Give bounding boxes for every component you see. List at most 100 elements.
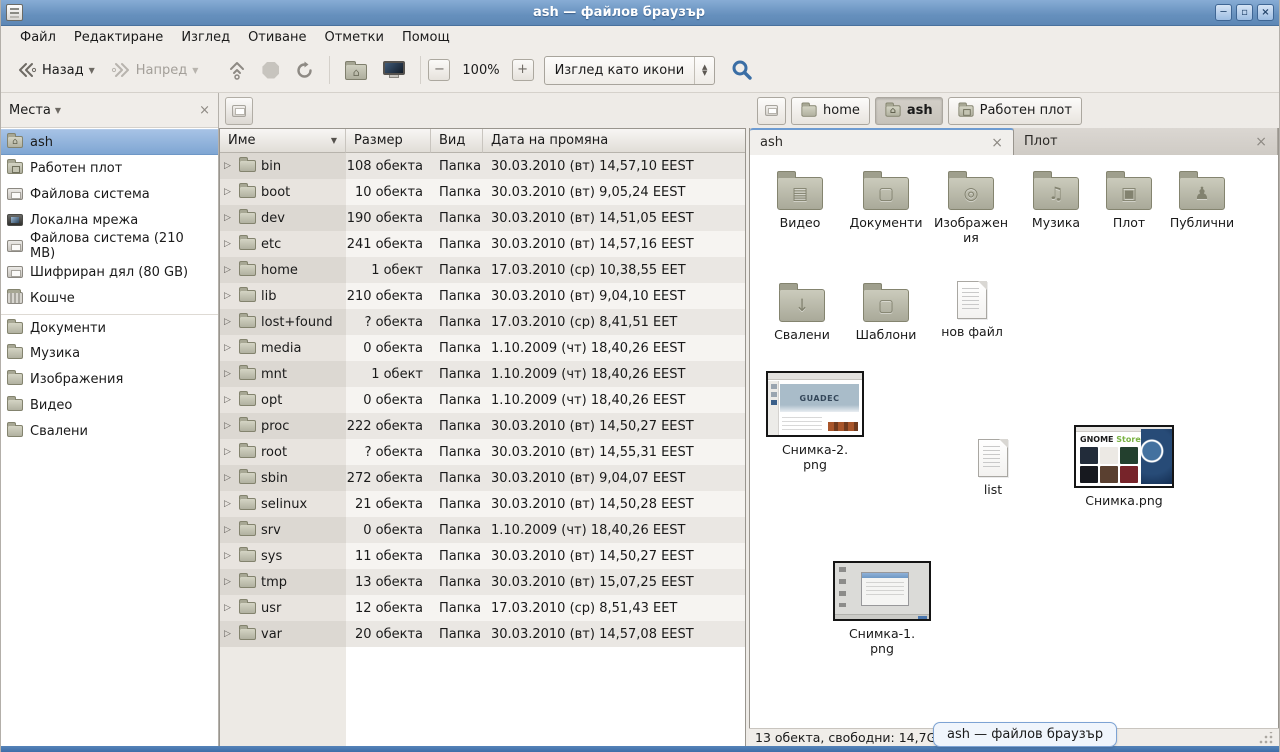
zoom-in-button[interactable]: +	[512, 59, 534, 81]
file-item[interactable]: ▢ Документи	[842, 169, 930, 230]
expander-icon[interactable]: ▷	[224, 239, 234, 249]
sidebar-item[interactable]: Кошче	[1, 285, 218, 311]
file-item[interactable]: GNOME Store Снимка.png	[1070, 425, 1178, 508]
column-header-kind[interactable]: Вид	[431, 129, 483, 153]
table-row[interactable]: ▷ proc 222 обекта Папка 30.03.2010 (вт) …	[220, 413, 745, 439]
sidebar-item[interactable]: Шифриран дял (80 GB)	[1, 259, 218, 285]
expander-icon[interactable]: ▷	[224, 473, 234, 483]
maximize-button[interactable]: ▫	[1236, 4, 1253, 21]
table-row[interactable]: ▷ tmp 13 обекта Папка 30.03.2010 (вт) 15…	[220, 569, 745, 595]
menu-item[interactable]: Файл	[11, 28, 65, 47]
reload-button[interactable]	[287, 55, 322, 86]
expander-icon[interactable]: ▷	[224, 187, 234, 197]
breadcrumb-button[interactable]: ash	[875, 97, 943, 125]
expander-icon[interactable]: ▷	[224, 603, 234, 613]
table-row[interactable]: ▷ lib 210 обекта Папка 30.03.2010 (вт) 9…	[220, 283, 745, 309]
expander-icon[interactable]: ▷	[224, 317, 234, 327]
table-row[interactable]: ▷ srv 0 обекта Папка 1.10.2009 (чт) 18,4…	[220, 517, 745, 543]
table-row[interactable]: ▷ etc 241 обекта Папка 30.03.2010 (вт) 1…	[220, 231, 745, 257]
spinner-icon[interactable]: ▲▼	[694, 57, 714, 84]
back-dropdown-icon[interactable]: ▼	[89, 66, 95, 75]
sidebar-item[interactable]: Работен плот	[1, 155, 218, 181]
computer-button[interactable]	[375, 55, 413, 85]
column-header-date[interactable]: Дата на промяна	[483, 129, 745, 153]
filesystem-root-button[interactable]	[757, 97, 786, 125]
up-button[interactable]	[220, 54, 254, 86]
expander-icon[interactable]: ▷	[224, 421, 234, 431]
stop-button[interactable]	[254, 56, 287, 85]
sidebar-item[interactable]: ash	[1, 129, 218, 155]
expander-icon[interactable]: ▷	[224, 343, 234, 353]
menu-item[interactable]: Помощ	[393, 28, 459, 47]
table-row[interactable]: ▷ dev 190 обекта Папка 30.03.2010 (вт) 1…	[220, 205, 745, 231]
menu-item[interactable]: Редактиране	[65, 28, 172, 47]
back-button[interactable]: Назад ▼	[9, 56, 103, 84]
expander-icon[interactable]: ▷	[224, 161, 234, 171]
expander-icon[interactable]: ▷	[224, 213, 234, 223]
table-row[interactable]: ▷ usr 12 обекта Папка 17.03.2010 (ср) 8,…	[220, 595, 745, 621]
file-item[interactable]: list	[960, 439, 1026, 497]
search-button[interactable]	[727, 55, 757, 85]
breadcrumb-button[interactable]: home	[791, 97, 870, 125]
sidebar-item[interactable]: Локална мрежа	[1, 207, 218, 233]
expander-icon[interactable]: ▷	[224, 629, 234, 639]
forward-button[interactable]: Напред ▼	[103, 56, 207, 84]
sidebar-mode-combo[interactable]: Места ▼	[9, 103, 61, 118]
tab-close-icon[interactable]: ×	[991, 135, 1003, 151]
menu-item[interactable]: Отиване	[239, 28, 315, 47]
table-row[interactable]: ▷ sbin 272 обекта Папка 30.03.2010 (вт) …	[220, 465, 745, 491]
expander-icon[interactable]: ▷	[224, 525, 234, 535]
menu-item[interactable]: Изглед	[172, 28, 239, 47]
tab[interactable]: ash ×	[750, 128, 1014, 155]
sidebar-item[interactable]: Файлова система	[1, 181, 218, 207]
table-row[interactable]: ▷ selinux 21 обекта Папка 30.03.2010 (вт…	[220, 491, 745, 517]
sidebar-item[interactable]: Видео	[1, 392, 218, 418]
file-item[interactable]: ◎ Изображен ия	[932, 169, 1010, 245]
file-item[interactable]: Снимка-1. png	[830, 561, 934, 656]
table-row[interactable]: ▷ home 1 обект Папка 17.03.2010 (ср) 10,…	[220, 257, 745, 283]
file-item[interactable]: ♟ Публични	[1164, 169, 1240, 230]
table-row[interactable]: ▷ bin 108 обекта Папка 30.03.2010 (вт) 1…	[220, 153, 745, 179]
sidebar-item[interactable]: Свалени	[1, 418, 218, 444]
table-row[interactable]: ▷ media 0 обекта Папка 1.10.2009 (чт) 18…	[220, 335, 745, 361]
minimize-button[interactable]: ─	[1215, 4, 1232, 21]
resize-grip[interactable]	[1259, 732, 1273, 744]
table-row[interactable]: ▷ var 20 обекта Папка 30.03.2010 (вт) 14…	[220, 621, 745, 647]
tab-close-icon[interactable]: ×	[1255, 134, 1267, 150]
sidebar-item[interactable]: Музика	[1, 340, 218, 366]
expander-icon[interactable]: ▷	[224, 395, 234, 405]
table-row[interactable]: ▷ sys 11 обекта Папка 30.03.2010 (вт) 14…	[220, 543, 745, 569]
expander-icon[interactable]: ▷	[224, 369, 234, 379]
file-item[interactable]: ♫ Музика	[1020, 169, 1092, 230]
filesystem-toggle-button[interactable]	[225, 97, 253, 125]
expander-icon[interactable]: ▷	[224, 291, 234, 301]
tab[interactable]: Плот ×	[1014, 128, 1278, 155]
sidebar-item[interactable]: Файлова система (210 MB)	[1, 233, 218, 259]
home-button[interactable]	[337, 54, 375, 86]
expander-icon[interactable]: ▷	[224, 551, 234, 561]
menu-item[interactable]: Отметки	[315, 28, 392, 47]
file-item[interactable]: ▣ Плот	[1100, 169, 1158, 230]
expander-icon[interactable]: ▷	[224, 447, 234, 457]
expander-icon[interactable]: ▷	[224, 577, 234, 587]
file-item[interactable]: ↓ Свалени	[764, 281, 840, 342]
table-row[interactable]: ▷ boot 10 обекта Папка 30.03.2010 (вт) 9…	[220, 179, 745, 205]
expander-icon[interactable]: ▷	[224, 499, 234, 509]
column-header-name[interactable]: Име▼	[220, 129, 346, 153]
table-row[interactable]: ▷ root ? обекта Папка 30.03.2010 (вт) 14…	[220, 439, 745, 465]
file-item[interactable]: ▤ Видео	[764, 169, 836, 230]
close-button[interactable]: ×	[1257, 4, 1274, 21]
breadcrumb-button[interactable]: Работен плот	[948, 97, 1082, 125]
file-item[interactable]: нов файл	[936, 281, 1008, 339]
sidebar-item[interactable]: Документи	[1, 314, 218, 340]
sidebar-item[interactable]: Изображения	[1, 366, 218, 392]
zoom-out-button[interactable]: −	[428, 59, 450, 81]
table-row[interactable]: ▷ opt 0 обекта Папка 1.10.2009 (чт) 18,4…	[220, 387, 745, 413]
column-header-size[interactable]: Размер	[346, 129, 431, 153]
table-row[interactable]: ▷ mnt 1 обект Папка 1.10.2009 (чт) 18,40…	[220, 361, 745, 387]
sidebar-close-icon[interactable]: ×	[199, 103, 210, 118]
file-item[interactable]: GUADEC Снимка-2. png	[764, 371, 866, 472]
view-mode-select[interactable]: Изглед като икони ▲▼	[544, 56, 716, 85]
table-row[interactable]: ▷ lost+found ? обекта Папка 17.03.2010 (…	[220, 309, 745, 335]
expander-icon[interactable]: ▷	[224, 265, 234, 275]
